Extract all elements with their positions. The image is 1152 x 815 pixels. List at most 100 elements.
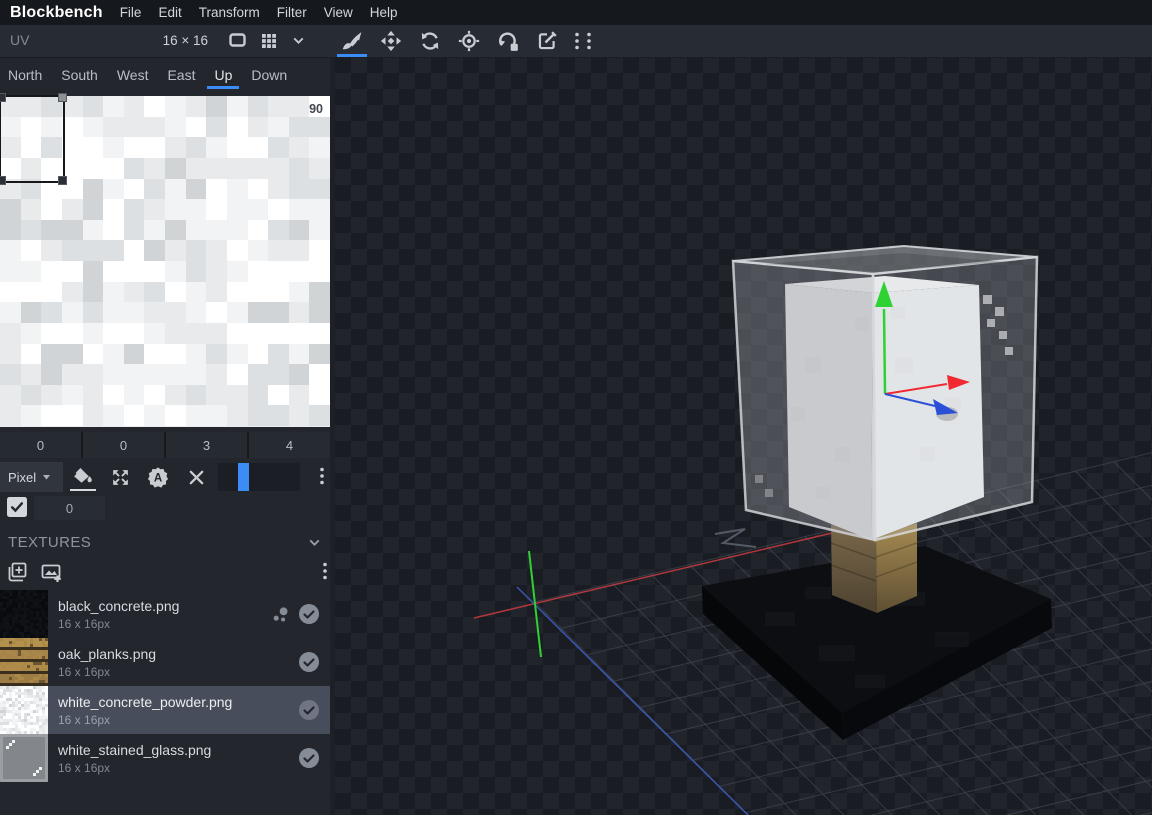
slider-handle[interactable] (238, 463, 249, 491)
toolbar-menu[interactable] (572, 28, 582, 54)
texture-thumbnail (0, 686, 48, 734)
uv-selection-box[interactable] (0, 95, 65, 183)
tab-north[interactable]: North (8, 67, 42, 85)
create-texture-icon[interactable] (6, 561, 28, 583)
texture-row-icons (272, 603, 330, 625)
rotate-icon (419, 30, 441, 52)
tab-up[interactable]: Up (214, 67, 232, 85)
fill-tool-button[interactable] (70, 464, 94, 490)
texture-enabled-icon[interactable] (298, 651, 320, 673)
texture-name: black_concrete.png (58, 598, 179, 615)
tab-south[interactable]: South (61, 67, 98, 85)
texture-info: white_stained_glass.png16 x 16px (58, 742, 211, 775)
menu-item-help[interactable]: Help (370, 5, 398, 20)
texture-name: white_stained_glass.png (58, 742, 211, 759)
menu-item-file[interactable]: File (120, 5, 142, 20)
tab-west[interactable]: West (117, 67, 149, 85)
grid-icon[interactable] (259, 30, 279, 50)
selection-handle-top-left[interactable] (0, 93, 6, 102)
texture-row-icons (298, 747, 330, 769)
menu-item-transform[interactable]: Transform (199, 5, 260, 20)
paint-option-value-field[interactable]: 0 (34, 496, 105, 520)
texture-enabled-icon[interactable] (298, 747, 320, 769)
toolbar-menu-2[interactable] (584, 28, 594, 54)
selection-handle-bottom-left[interactable] (0, 176, 6, 185)
scene-canvas (335, 57, 1152, 815)
texture-enabled-icon[interactable] (298, 699, 320, 721)
texture-item[interactable]: white_stained_glass.png16 x 16px (0, 734, 330, 782)
frame-icon[interactable] (227, 30, 248, 50)
mirror-paint-button[interactable] (108, 464, 132, 490)
particles-icon[interactable] (272, 605, 291, 624)
texture-size: 16 x 16px (58, 617, 179, 631)
uv-panel-label: UV (10, 32, 29, 48)
uv-selection-fields: 0034 (0, 432, 330, 458)
texture-info: oak_planks.png 16 x 16px (58, 646, 156, 679)
uv-face-tabs: North South West East Up Down (0, 57, 335, 94)
import-texture-icon[interactable] (40, 561, 62, 583)
rotate-space-tool[interactable] (494, 28, 522, 54)
textures-title: TEXTURES (8, 534, 91, 551)
uv-panel-icons (227, 30, 307, 50)
texture-enabled-icon[interactable] (298, 603, 320, 625)
texture-info: white_concrete_powder.png 16 x 16px (58, 694, 232, 727)
menu-item-view[interactable]: View (324, 5, 353, 20)
letter-a-badge-icon: A (147, 466, 169, 488)
app-logo: Blockbench (10, 4, 103, 22)
menu-items: File Edit Transform Filter View Help (120, 5, 398, 20)
vertex-snap-tool[interactable] (533, 28, 561, 54)
paint-mode-dropdown[interactable]: Pixel (0, 462, 63, 492)
texture-item[interactable]: oak_planks.png 16 x 16px (0, 638, 330, 686)
texture-name: oak_planks.png (58, 646, 156, 663)
check-mark-icon (9, 499, 25, 515)
move-tool[interactable] (377, 28, 405, 54)
kebab-icon (573, 31, 581, 51)
clear-selection-button[interactable] (184, 464, 208, 490)
tab-east[interactable]: East (167, 67, 195, 85)
uv-field-0[interactable]: 0 (0, 432, 81, 458)
gizmo-y-arrow[interactable] (884, 309, 885, 394)
rotate-square-icon (497, 30, 520, 52)
svg-text:A: A (154, 472, 163, 484)
texture-row-icons (298, 699, 330, 721)
kebab-icon (585, 31, 593, 51)
chevron-down-icon[interactable] (290, 32, 307, 49)
viewport-3d[interactable] (335, 57, 1152, 815)
uv-size-label: 16 × 16 (120, 33, 208, 48)
tab-down[interactable]: Down (251, 67, 287, 85)
texture-name: white_concrete_powder.png (58, 694, 232, 711)
texture-item[interactable]: white_concrete_powder.png 16 x 16px (0, 686, 330, 734)
chevron-down-icon[interactable] (306, 534, 323, 551)
panel-divider[interactable] (330, 57, 335, 815)
textures-header[interactable]: TEXTURES (0, 528, 335, 558)
texture-item[interactable]: black_concrete.png 16 x 16px (0, 590, 330, 638)
paint-buttons: A (70, 464, 208, 490)
paint-options-row: 0 (0, 494, 335, 522)
texture-list: black_concrete.png16 x 16pxoak_planks.pn… (0, 590, 330, 782)
top-toolbar: UV 16 × 16 (0, 25, 1152, 58)
selection-handle-top-right[interactable] (58, 93, 67, 102)
uv-editor-canvas[interactable]: 90 (0, 96, 330, 427)
menu-item-edit[interactable]: Edit (158, 5, 181, 20)
uv-rotation-label: 90 (309, 102, 323, 116)
caret-down-icon (41, 472, 52, 482)
paint-option-checkbox[interactable] (7, 497, 27, 517)
pivot-tool[interactable] (455, 28, 483, 54)
paint-brush-tool[interactable] (338, 28, 366, 54)
uv-field-1[interactable]: 0 (83, 432, 164, 458)
selection-handle-bottom-right[interactable] (58, 176, 67, 185)
move-icon (380, 30, 402, 52)
uv-field-3[interactable]: 4 (249, 432, 330, 458)
texture-size: 16 x 16px (58, 713, 232, 727)
paint-opacity-slider[interactable] (218, 463, 300, 491)
kebab-icon[interactable] (321, 561, 329, 581)
paint-mode-label: Pixel (8, 470, 36, 485)
main-toolbar (338, 28, 596, 54)
rotate-tool[interactable] (416, 28, 444, 54)
paint-menu-icon[interactable] (318, 466, 326, 486)
texture-size: 16 x 16px (58, 665, 156, 679)
edit-box-icon (536, 30, 558, 52)
anti-alias-button[interactable]: A (146, 464, 170, 490)
uv-field-2[interactable]: 3 (166, 432, 247, 458)
menu-item-filter[interactable]: Filter (277, 5, 307, 20)
